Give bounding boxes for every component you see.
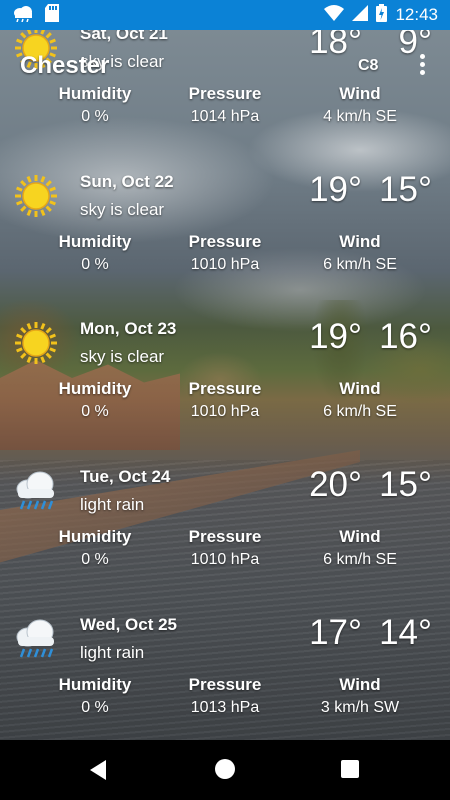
humidity-value: 0 %	[81, 403, 109, 420]
humidity-label: Humidity	[58, 527, 132, 546]
humidity-label: Humidity	[58, 675, 132, 694]
forecast-day: Sun, Oct 22 sky is clear 19° 15° Humidit…	[0, 160, 450, 307]
sun-icon	[14, 321, 58, 365]
pressure-value: 1010 hPa	[190, 256, 260, 273]
recent-apps-icon[interactable]	[341, 760, 359, 778]
pressure-label: Pressure	[188, 379, 262, 398]
cellular-signal-icon	[352, 4, 369, 26]
forecast-condition: sky is clear	[80, 347, 165, 366]
sun-icon	[14, 174, 58, 218]
humidity-value: 0 %	[81, 256, 109, 273]
wind-label: Wind	[339, 379, 381, 398]
wind-label: Wind	[339, 84, 381, 103]
wind-value: 6 km/h SE	[323, 403, 397, 420]
wifi-icon	[324, 4, 345, 26]
location-badge: C8	[358, 57, 379, 74]
forecast-condition: light rain	[80, 643, 145, 662]
forecast-condition: light rain	[80, 495, 145, 514]
humidity-label: Humidity	[58, 379, 132, 398]
home-icon[interactable]	[215, 759, 235, 779]
overflow-menu-button[interactable]	[414, 52, 432, 78]
status-bar-right: 12:43	[324, 3, 450, 27]
wind-label: Wind	[339, 232, 381, 251]
forecast-date: Sat, Oct 21	[80, 30, 168, 43]
menu-dot	[420, 62, 425, 67]
menu-dot	[420, 70, 425, 75]
forecast-high: 19°	[309, 170, 362, 209]
wind-value: 3 km/h SW	[320, 699, 400, 716]
status-bar-left	[0, 3, 60, 27]
forecast-low: 15°	[379, 465, 432, 504]
wind-value: 6 km/h SE	[323, 551, 397, 568]
battery-charging-icon	[376, 3, 388, 27]
pressure-label: Pressure	[188, 675, 262, 694]
rain-cloud-icon	[14, 469, 58, 513]
navigation-bar	[0, 740, 450, 800]
forecast-date: Mon, Oct 23	[80, 319, 177, 338]
forecast-high: 17°	[309, 613, 362, 652]
pressure-value: 1010 hPa	[190, 403, 260, 420]
pressure-value: 1014 hPa	[190, 108, 260, 125]
pressure-value: 1010 hPa	[190, 551, 260, 568]
humidity-value: 0 %	[81, 108, 109, 125]
forecast-low: 15°	[379, 170, 432, 209]
pressure-label: Pressure	[188, 527, 262, 546]
status-bar: 12:43	[0, 0, 450, 30]
humidity-label: Humidity	[58, 232, 132, 251]
forecast-high: 18°	[309, 30, 362, 61]
menu-dot	[420, 54, 425, 59]
forecast-low: 14°	[379, 613, 432, 652]
forecast-high: 20°	[309, 465, 362, 504]
forecast-day: Mon, Oct 23 sky is clear 19° 16° Humidit…	[0, 307, 450, 454]
forecast-date: Wed, Oct 25	[80, 615, 177, 634]
wind-value: 4 km/h SE	[323, 108, 397, 125]
wind-value: 6 km/h SE	[323, 256, 397, 273]
sd-card-icon	[44, 3, 60, 27]
weather-cloud-icon	[12, 4, 34, 27]
pressure-value: 1013 hPa	[190, 699, 260, 716]
forecast-low: 16°	[379, 317, 432, 356]
pressure-label: Pressure	[188, 84, 262, 103]
wind-label: Wind	[339, 527, 381, 546]
forecast-date: Tue, Oct 24	[80, 467, 171, 486]
forecast-day: Sat, Oct 21 sky is clear 18° 9° Humidity…	[0, 30, 450, 159]
forecast-day: Wed, Oct 25 light rain 17° 14° Humidity …	[0, 603, 450, 740]
forecast-list[interactable]: Sat, Oct 21 sky is clear 18° 9° Humidity…	[0, 30, 450, 740]
back-icon[interactable]	[90, 760, 106, 780]
forecast-day: Tue, Oct 24 light rain 20° 15° Humidity …	[0, 455, 450, 602]
humidity-label: Humidity	[58, 84, 132, 103]
pressure-label: Pressure	[188, 232, 262, 251]
forecast-condition: sky is clear	[80, 200, 165, 219]
status-time: 12:43	[395, 5, 438, 24]
humidity-value: 0 %	[81, 551, 109, 568]
city-title: Chester	[20, 52, 110, 79]
forecast-date: Sun, Oct 22	[80, 172, 174, 191]
humidity-value: 0 %	[81, 699, 109, 716]
wind-label: Wind	[339, 675, 381, 694]
forecast-high: 19°	[309, 317, 362, 356]
rain-cloud-icon	[14, 617, 58, 661]
